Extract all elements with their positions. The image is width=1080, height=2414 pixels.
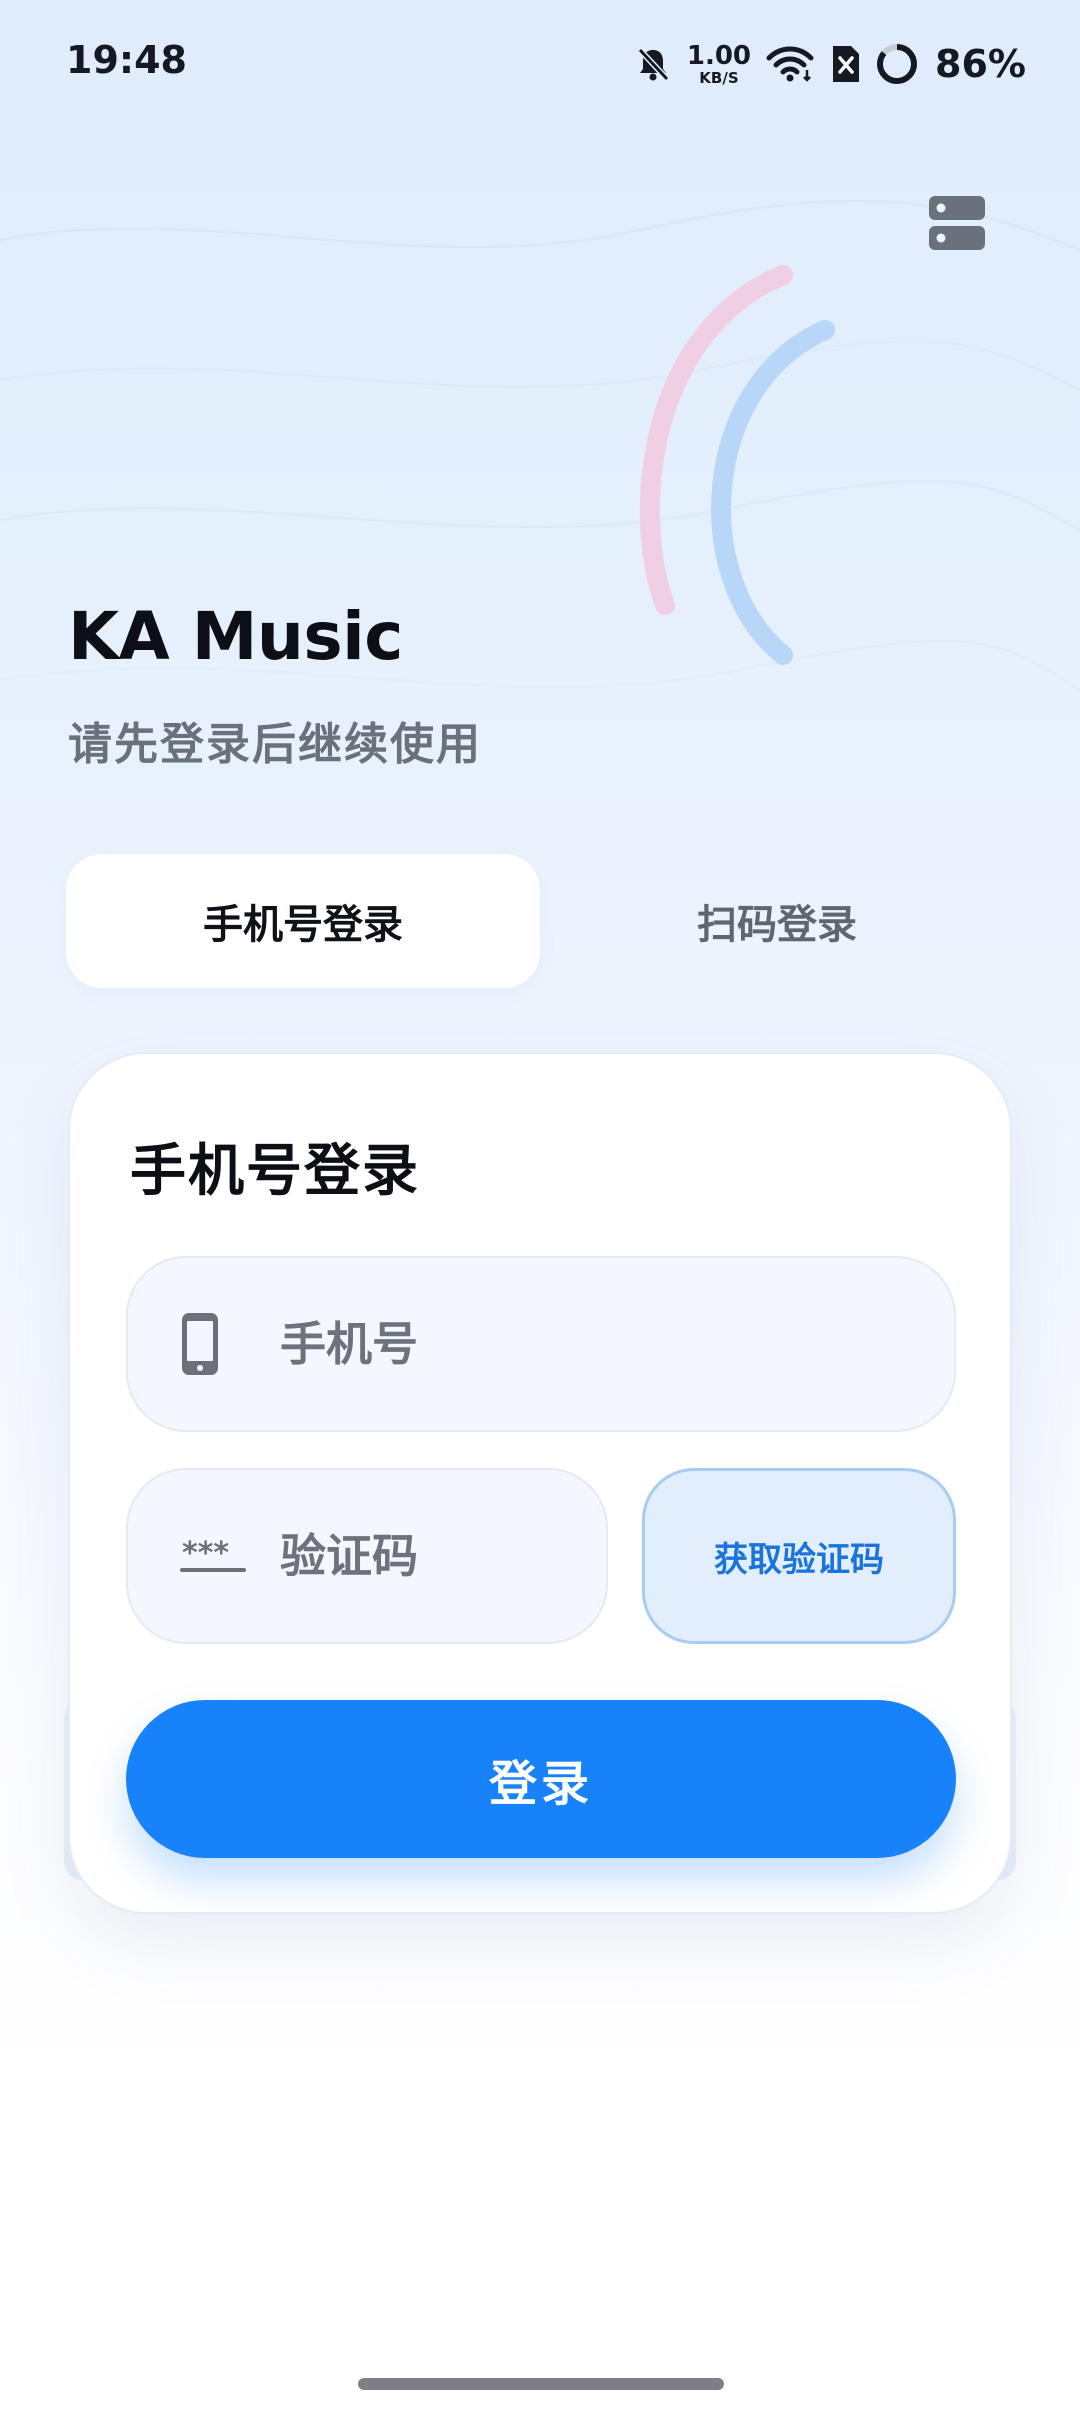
tab-phone-login-label: 手机号登录 — [203, 902, 403, 948]
tab-phone-login[interactable]: 手机号登录 — [66, 854, 540, 988]
tab-qr-login-label: 扫码登录 — [697, 902, 857, 948]
battery-percent: 86% — [935, 42, 1026, 86]
get-code-label: 获取验证码 — [714, 1539, 884, 1580]
app-subtitle: 请先登录后继续使用 — [68, 719, 482, 770]
code-field[interactable]: *** — [126, 1468, 608, 1644]
code-input[interactable] — [280, 1470, 576, 1642]
svg-text:***: *** — [182, 1536, 229, 1571]
status-bar: 19:48 1.00 KB/S 86% — [0, 0, 1080, 130]
password-icon: *** — [180, 1536, 246, 1572]
network-speed: 1.00 KB/S — [687, 43, 751, 86]
decorative-arcs — [639, 265, 835, 665]
get-code-button[interactable]: 获取验证码 — [642, 1468, 956, 1644]
battery-ring-icon — [877, 44, 918, 84]
network-speed-unit: KB/S — [699, 68, 739, 87]
status-icons: 1.00 KB/S 86% — [633, 38, 1026, 90]
phone-field[interactable] — [126, 1256, 956, 1432]
server-settings-button[interactable] — [926, 192, 988, 254]
sim-off-icon — [833, 46, 860, 82]
status-time: 19:48 — [66, 38, 187, 82]
wifi-icon — [766, 46, 814, 82]
home-indicator[interactable] — [358, 2378, 724, 2390]
tab-qr-login[interactable]: 扫码登录 — [540, 854, 1014, 988]
login-card: 手机号登录 *** 获取验证码 登录 — [68, 1052, 1012, 1914]
card-title: 手机号登录 — [130, 1139, 420, 1204]
phone-input[interactable] — [280, 1258, 924, 1430]
phone-icon — [182, 1313, 218, 1375]
bell-muted-icon — [637, 47, 670, 82]
network-speed-value: 1.00 — [686, 40, 752, 71]
server-settings-icon — [929, 196, 985, 250]
login-button-label: 登录 — [488, 1756, 593, 1812]
app-title: KA Music — [68, 598, 403, 675]
login-button[interactable]: 登录 — [126, 1700, 956, 1858]
